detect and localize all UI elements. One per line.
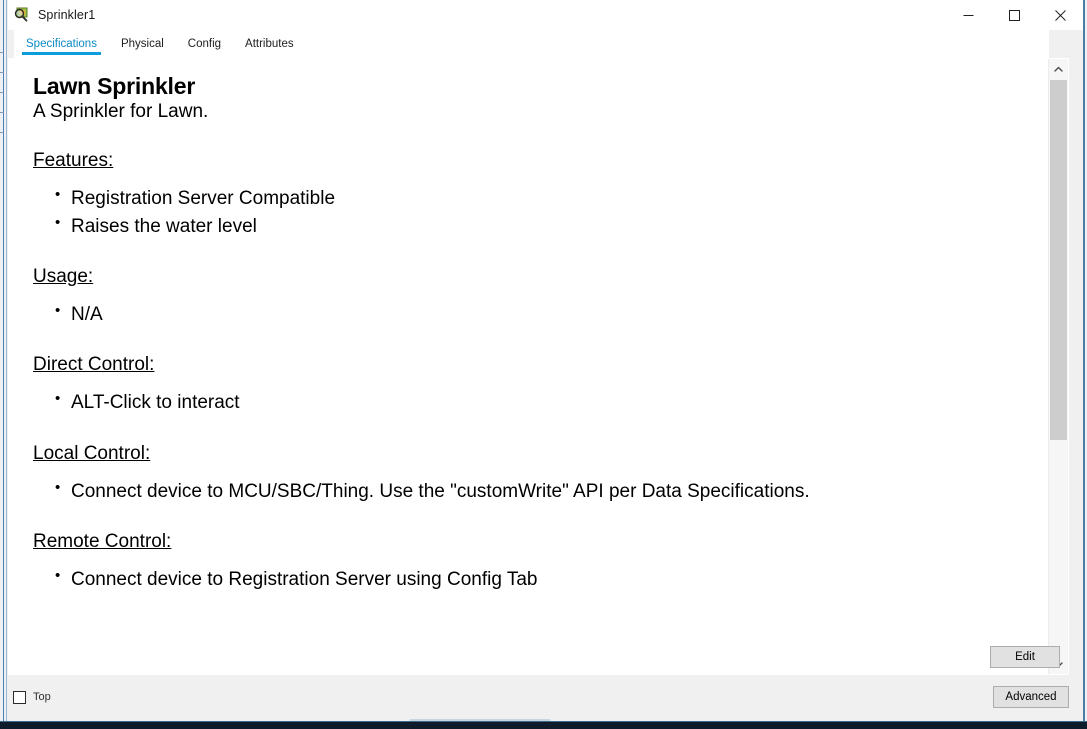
section-list-remote-control: Connect device to Registration Server us… <box>33 565 1035 594</box>
section-list-features: Registration Server Compatible Raises th… <box>33 184 1035 241</box>
section-heading-remote-control: Remote Control: <box>33 531 172 553</box>
list-item: N/A <box>55 300 1035 329</box>
tab-attributes-label: Attributes <box>245 38 294 50</box>
list-item: Connect device to Registration Server us… <box>55 565 1035 594</box>
background-tick <box>0 132 4 133</box>
top-checkbox-label: Top <box>33 691 51 703</box>
list-item: Connect device to MCU/SBC/Thing. Use the… <box>55 477 1035 506</box>
tab-config-label: Config <box>187 38 222 50</box>
list-item: ALT-Click to interact <box>55 388 1035 417</box>
vertical-scrollbar[interactable] <box>1048 59 1068 674</box>
tab-specifications-label: Specifications <box>26 38 97 50</box>
window-body: Lawn Sprinkler A Sprinkler for Lawn. Fea… <box>8 58 1083 719</box>
advanced-button-row: Advanced <box>993 686 1069 708</box>
inspect-device-icon <box>14 7 30 23</box>
window-title: Sprinkler1 <box>38 8 96 22</box>
section-list-local-control: Connect device to MCU/SBC/Thing. Use the… <box>33 477 1035 506</box>
window-controls <box>945 0 1083 30</box>
tab-physical[interactable]: Physical <box>109 30 176 58</box>
chevron-up-icon[interactable] <box>1049 59 1068 78</box>
advanced-button[interactable]: Advanced <box>993 686 1069 708</box>
background-tick <box>0 92 4 93</box>
background-app-right-edge <box>1083 0 1085 729</box>
background-taskbar <box>0 721 1087 729</box>
window-title-bar[interactable]: Sprinkler1 <box>8 0 1083 30</box>
edit-button[interactable]: Edit <box>990 646 1060 668</box>
background-tick <box>0 72 4 73</box>
background-tick <box>0 52 4 53</box>
specifications-document: Lawn Sprinkler A Sprinkler for Lawn. Fea… <box>9 59 1049 674</box>
device-title: Lawn Sprinkler <box>33 73 196 99</box>
section-list-usage: N/A <box>33 300 1035 329</box>
list-item: Registration Server Compatible <box>55 184 1035 213</box>
sprinkler-properties-window: Sprinkler1 Specifications Physical Confi… <box>8 0 1083 719</box>
section-heading-features: Features: <box>33 150 114 172</box>
section-heading-direct-control: Direct Control: <box>33 354 155 376</box>
section-heading-local-control: Local Control: <box>33 442 151 464</box>
section-list-direct-control: ALT-Click to interact <box>33 388 1035 417</box>
minimize-icon[interactable] <box>945 0 991 30</box>
background-tick <box>0 112 4 113</box>
scrollbar-thumb[interactable] <box>1050 80 1067 440</box>
section-heading-usage: Usage: <box>33 266 94 288</box>
tab-bar: Specifications Physical Config Attribute… <box>8 30 1083 58</box>
edit-button-row: Edit <box>990 646 1060 668</box>
tab-physical-label: Physical <box>120 38 164 50</box>
tab-config[interactable]: Config <box>176 30 233 58</box>
tab-attributes[interactable]: Attributes <box>233 30 306 58</box>
tab-specifications[interactable]: Specifications <box>14 30 109 58</box>
list-item: Raises the water level <box>55 212 1035 241</box>
maximize-icon[interactable] <box>991 0 1037 30</box>
close-icon[interactable] <box>1037 0 1083 30</box>
top-checkbox-group[interactable]: Top <box>13 690 51 704</box>
background-app-edge-line-secondary <box>6 0 7 729</box>
device-subtitle: A Sprinkler for Lawn. <box>33 101 209 123</box>
background-app-edge-line <box>3 0 4 729</box>
specifications-panel: Lawn Sprinkler A Sprinkler for Lawn. Fea… <box>8 58 1069 675</box>
top-checkbox[interactable] <box>13 690 26 704</box>
window-footer: Top Advanced <box>8 675 1083 719</box>
